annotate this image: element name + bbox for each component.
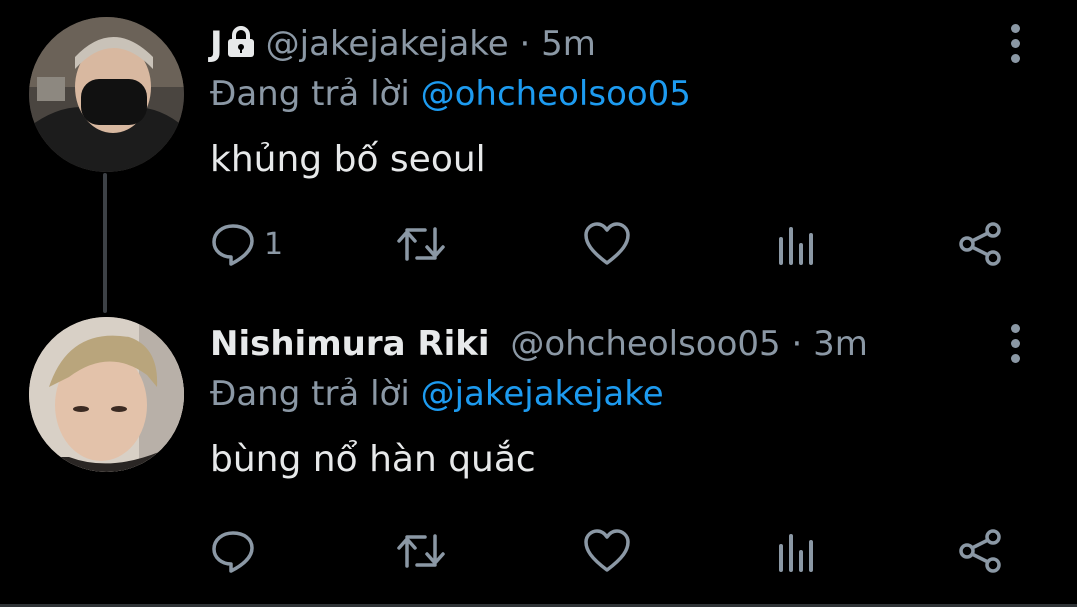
heart-icon <box>583 221 631 267</box>
reply-prefix: Đang trả lời <box>210 74 410 114</box>
avatar[interactable] <box>29 17 184 172</box>
more-icon[interactable] <box>1004 324 1026 366</box>
tweet[interactable]: J @jakejakejake · 5m Đang trả lời @ohcheo… <box>0 0 1077 313</box>
avatar[interactable] <box>29 317 184 472</box>
reply-button[interactable]: 1 <box>210 219 283 269</box>
separator: · <box>791 324 803 364</box>
like-button[interactable] <box>583 526 631 576</box>
separator: · <box>519 24 531 64</box>
tweet-text: bùng nổ hàn quắc <box>210 439 536 480</box>
reply-prefix: Đang trả lời <box>210 374 410 414</box>
share-icon <box>958 221 1004 267</box>
reply-mention[interactable]: @ohcheolsoo05 <box>421 74 691 114</box>
reply-button[interactable] <box>210 526 264 576</box>
analytics-button[interactable] <box>776 526 816 576</box>
share-icon <box>958 528 1004 574</box>
heart-icon <box>583 528 631 574</box>
tweet-header: Nishimura Riki @ohcheolsoo05 · 3m <box>210 322 868 366</box>
display-name[interactable]: J <box>210 24 223 64</box>
display-name[interactable]: Nishimura Riki <box>210 324 490 364</box>
thread-connector <box>103 173 107 313</box>
replying-to: Đang trả lời @jakejakejake <box>210 372 664 416</box>
retweet-button[interactable] <box>395 219 447 269</box>
action-bar <box>210 526 1030 576</box>
share-button[interactable] <box>958 526 1004 576</box>
reply-icon <box>210 221 256 267</box>
analytics-icon <box>776 221 816 267</box>
timestamp[interactable]: 3m <box>813 324 868 364</box>
tweet-text: khủng bố seoul <box>210 139 486 180</box>
analytics-button[interactable] <box>776 219 816 269</box>
user-handle[interactable]: @ohcheolsoo05 <box>510 324 780 364</box>
analytics-icon <box>776 528 816 574</box>
retweet-icon <box>395 528 447 574</box>
lock-icon <box>226 25 256 70</box>
user-handle[interactable]: @jakejakejake <box>266 24 509 64</box>
reply-count: 1 <box>264 226 284 262</box>
replying-to: Đang trả lời @ohcheolsoo05 <box>210 72 691 116</box>
retweet-icon <box>395 221 447 267</box>
timestamp[interactable]: 5m <box>541 24 596 64</box>
action-bar: 1 <box>210 219 1030 269</box>
like-button[interactable] <box>583 219 631 269</box>
reply-icon <box>210 528 256 574</box>
reply-mention[interactable]: @jakejakejake <box>421 374 664 414</box>
retweet-button[interactable] <box>395 526 447 576</box>
more-icon[interactable] <box>1004 24 1026 66</box>
tweet-header: J @jakejakejake · 5m <box>210 22 596 70</box>
share-button[interactable] <box>958 219 1004 269</box>
tweet[interactable]: Nishimura Riki @ohcheolsoo05 · 3m Đang t… <box>0 300 1077 607</box>
